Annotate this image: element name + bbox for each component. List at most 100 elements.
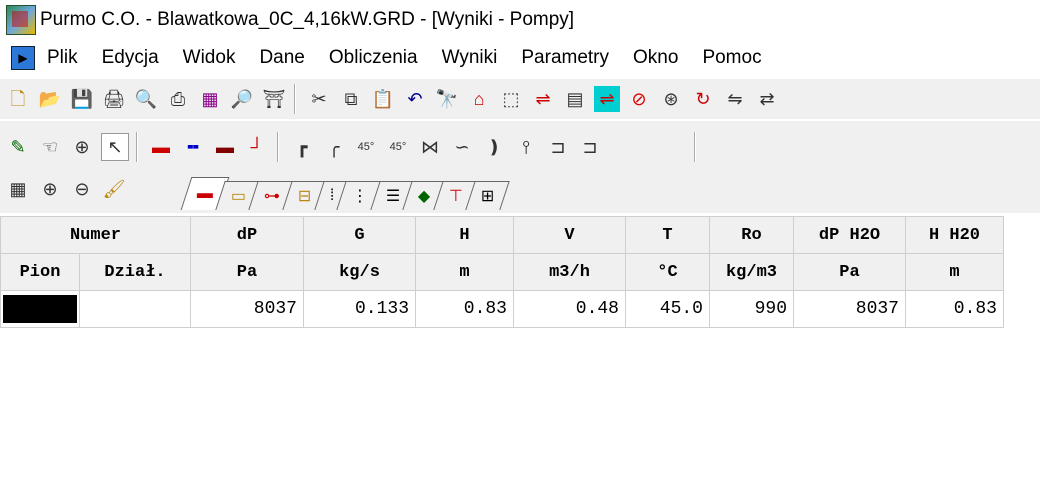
cell-g[interactable]: 0.133 [303,290,416,328]
selected-cell-marker [3,295,77,323]
elbow-icon[interactable]: ╭ [321,134,347,160]
riser-icon[interactable]: ┘ [244,134,270,160]
pipes-active-icon[interactable]: ⇌ [594,86,620,112]
cell-ro[interactable]: 990 [709,290,794,328]
toolbar-separator [277,132,278,162]
header-v[interactable]: V [513,216,626,254]
pipe-red-icon[interactable]: ▬ [148,134,174,160]
stop-icon[interactable]: ⊘ [626,86,652,112]
pipe-dark-icon[interactable]: ▬ [212,134,238,160]
zoom-minus-icon[interactable]: ⊖ [69,176,95,202]
export-icon[interactable]: ⛩ [261,86,287,112]
print-icon[interactable]: ⎙ [165,86,191,112]
print-preview-icon[interactable]: 🔍 [133,86,159,112]
table-edit-icon[interactable]: ▦ [5,176,31,202]
header-pion[interactable]: Pion [0,253,80,291]
save-icon[interactable]: 💾 [69,86,95,112]
title-bar: Purmo C.O. - Blawatkowa_0C_4,16kW.GRD - … [0,0,1040,40]
undo-icon[interactable]: ↶ [402,86,428,112]
s-bend-icon[interactable]: ❫ [481,134,507,160]
menu-edycja[interactable]: Edycja [102,47,159,69]
new-icon[interactable]: 🗋 [5,86,31,112]
radiator-icon[interactable]: ⫯ [513,134,539,160]
elbow-45-icon[interactable]: 45° [353,134,379,160]
menu-obliczenia[interactable]: Obliczenia [329,47,418,69]
menu-widok[interactable]: Widok [183,47,236,69]
header-h-h20[interactable]: H H20 [905,216,1004,254]
gauge-icon[interactable]: ⊛ [658,86,684,112]
header-t[interactable]: T [625,216,710,254]
cell-dzial[interactable] [79,290,191,328]
unit-dp-h2o: Pa [793,253,906,291]
table-row[interactable]: 8037 0.133 0.83 0.48 45.0 990 8037 0.83 [0,290,1004,328]
cell-v[interactable]: 0.48 [513,290,626,328]
header-ro[interactable]: Ro [709,216,794,254]
frame-icon[interactable]: ⬚ [498,86,524,112]
menu-parametry[interactable]: Parametry [521,47,609,69]
open-icon[interactable]: 📂 [37,86,63,112]
menu-wyniki[interactable]: Wyniki [442,47,498,69]
print-drawing-icon[interactable]: ▦ [197,86,223,112]
paste-icon[interactable]: 📋 [370,86,396,112]
cell-dp[interactable]: 8037 [190,290,304,328]
pipe-blue-icon[interactable]: ╍ [180,134,206,160]
tab-list-icon: ☰ [385,188,401,205]
cut-icon[interactable]: ✂ [306,86,332,112]
valve-icon[interactable]: ⋈ [417,134,443,160]
app-icon[interactable] [6,5,36,35]
header-dzial[interactable]: Dział. [79,253,191,291]
menu-dane[interactable]: Dane [259,47,304,69]
pipes-icon[interactable]: ⇌ [530,86,556,112]
connector-b-icon[interactable]: ⊐ [577,134,603,160]
print-setup-icon[interactable]: 🖨 [101,86,127,112]
elbow-45b-icon[interactable]: 45° [385,134,411,160]
building-icon[interactable]: ⌂ [466,86,492,112]
find-icon[interactable]: 🔭 [434,86,460,112]
draw-icon[interactable]: ✎ [5,134,31,160]
flip-icon[interactable]: ⇄ [754,86,780,112]
unit-h: m [415,253,514,291]
mirror-icon[interactable]: ⇋ [722,86,748,112]
cell-h-h20[interactable]: 0.83 [905,290,1004,328]
connector-icon[interactable]: ⊐ [545,134,571,160]
unit-v: m3/h [513,253,626,291]
table-units-row: Pion Dział. Pa kg/s m m3/h °C kg/m3 Pa m [0,253,1004,291]
drawing-tools-row: ✎ ☜ ⊕ ↖ ▬ ╍ ▬ ┘ ┏ ╭ 45° 45° ⋈ ∽ ❫ ⫯ ⊐ ⊐ [0,127,701,167]
calculator-icon[interactable]: ▤ [562,86,588,112]
pointer-icon[interactable]: ↖ [101,133,129,161]
copy-icon[interactable]: ⧉ [338,86,364,112]
cell-h[interactable]: 0.83 [415,290,514,328]
zoom-in-icon[interactable]: ⊕ [69,134,95,160]
header-h[interactable]: H [415,216,514,254]
elbow-90-icon[interactable]: ┏ [289,134,315,160]
unit-h-h20: m [905,253,1004,291]
header-numer[interactable]: Numer [0,216,191,254]
tab-pump-icon: ⊶ [263,188,280,205]
tab-valves-icon: ⋮ [351,188,368,205]
cell-t[interactable]: 45.0 [625,290,710,328]
menu-plik[interactable]: Plik [47,47,78,69]
hand-icon[interactable]: ☜ [37,134,63,160]
header-g[interactable]: G [303,216,416,254]
unit-g: kg/s [303,253,416,291]
header-dp-h2o[interactable]: dP H2O [793,216,906,254]
tab-network-icon: ⊤ [448,188,463,205]
cell-pion[interactable] [0,290,80,328]
brush-icon[interactable]: 🖌 [101,176,127,202]
refresh-icon[interactable]: ↻ [690,86,716,112]
toolbar-separator [294,84,295,114]
menu-pomoc[interactable]: Pomoc [702,47,761,69]
unit-ro: kg/m3 [709,253,794,291]
zoom-plus-icon[interactable]: ⊕ [37,176,63,202]
cell-dp-h2o[interactable]: 8037 [793,290,906,328]
main-toolbar: 🗋 📂 💾 🖨 🔍 ⎙ ▦ 🔎 ⛩ ✂ ⧉ 📋 ↶ 🔭 ⌂ ⬚ ⇌ ▤ ⇌ ⊘ … [0,79,1040,119]
preview-drawing-icon[interactable]: 🔎 [229,86,255,112]
system-menu-icon[interactable]: ▶ [11,46,35,70]
tab-box-icon: ⁞ [329,187,334,204]
view-tools-row: ▦ ⊕ ⊖ 🖌 [0,169,128,209]
tab-plan-icon: ⊞ [480,188,494,205]
menu-okno[interactable]: Okno [633,47,678,69]
header-dp[interactable]: dP [190,216,304,254]
unit-t: °C [625,253,710,291]
bend-icon[interactable]: ∽ [449,134,475,160]
